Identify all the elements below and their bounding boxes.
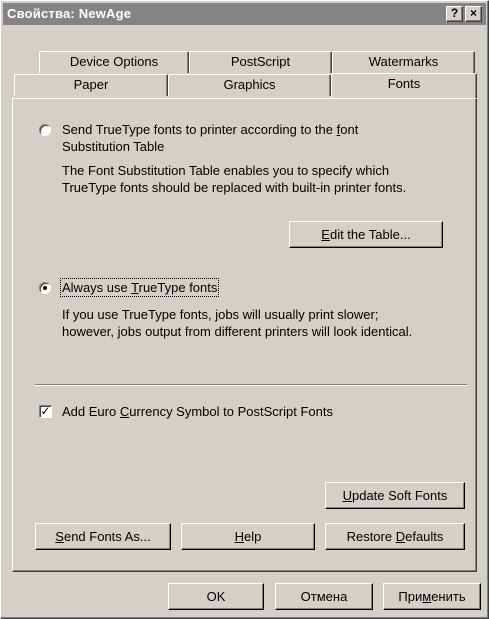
radio-selected-dot — [43, 286, 47, 290]
label-text: Always use — [62, 280, 132, 295]
accelerator-key: D — [395, 529, 406, 544]
window-title: Свойства: NewAge — [7, 6, 132, 21]
tab-label: Device Options — [69, 54, 159, 69]
button-label: Отмена — [300, 589, 348, 604]
tab-watermarks[interactable]: Watermarks — [332, 51, 475, 73]
label-text: urrency Symbol to PostScript Fonts — [129, 404, 333, 419]
tab-label: Watermarks — [368, 54, 439, 69]
button-label: elp — [244, 529, 262, 544]
euro-symbol-checkbox-label[interactable]: Add Euro Currency Symbol to PostScript F… — [62, 404, 333, 419]
apply-button[interactable]: Применить — [383, 583, 481, 610]
send-fonts-as-button[interactable]: Send Fonts As... — [35, 523, 171, 550]
button-label: pdate Soft Fonts — [351, 488, 448, 503]
tab-label: Paper — [73, 77, 109, 92]
label-text: Add Euro — [62, 404, 120, 419]
tab-graphics[interactable]: Graphics — [168, 74, 331, 96]
substitution-description: TrueType fonts should be replaced with b… — [62, 180, 407, 195]
label-text: ont — [340, 122, 359, 137]
tab-paper[interactable]: Paper — [14, 74, 168, 96]
tab-label: Graphics — [223, 77, 276, 92]
label-text: Send TrueType fonts to printer according… — [62, 122, 337, 137]
label-text: rueType fonts — [138, 280, 218, 295]
accelerator-key: H — [234, 529, 245, 544]
button-label: efaults — [405, 529, 444, 544]
edit-table-button[interactable]: Edit the Table... — [289, 221, 443, 248]
substitution-table-radio[interactable] — [39, 124, 51, 136]
button-label: При — [398, 589, 423, 604]
button-label: end Fonts As... — [63, 529, 151, 544]
accelerator-key: T — [131, 280, 139, 295]
restore-defaults-button[interactable]: Restore Defaults — [325, 523, 465, 550]
fonts-tab-panel: Send TrueType fonts to printer according… — [12, 98, 477, 572]
tab-label: PostScript — [230, 54, 291, 69]
tab-label: Fonts — [387, 76, 421, 91]
title-bar[interactable]: Свойства: NewAge ? × — [3, 3, 486, 25]
close-button[interactable]: × — [465, 6, 482, 22]
tab-device-options[interactable]: Device Options — [39, 51, 189, 73]
question-mark-icon: ? — [450, 6, 459, 20]
truetype-description: however, jobs output from different prin… — [62, 324, 413, 339]
accelerator-key: м — [422, 589, 432, 604]
accelerator-key: U — [342, 488, 352, 503]
tab-postscript[interactable]: PostScript — [189, 51, 332, 73]
cancel-button[interactable]: Отмена — [275, 583, 373, 610]
button-label: dit the Table... — [329, 227, 411, 242]
substitution-description: The Font Substitution Table enables you … — [62, 163, 390, 178]
accelerator-key: S — [55, 529, 64, 544]
substitution-table-radio-label-line2[interactable]: Substitution Table — [62, 139, 164, 154]
checkmark-icon: ✓ — [40, 404, 51, 418]
always-truetype-radio-label[interactable]: Always use TrueType fonts — [59, 278, 220, 297]
ok-button[interactable]: OK — [168, 583, 264, 610]
button-label: енить — [431, 589, 466, 604]
accelerator-key: E — [321, 227, 330, 242]
always-truetype-radio[interactable] — [39, 282, 51, 294]
button-label: Restore — [346, 529, 396, 544]
close-icon: × — [469, 6, 477, 20]
help-question-button[interactable]: ? — [446, 6, 463, 22]
euro-symbol-checkbox[interactable]: ✓ — [39, 405, 52, 418]
truetype-description: If you use TrueType fonts, jobs will usu… — [62, 307, 379, 322]
update-soft-fonts-button[interactable]: Update Soft Fonts — [325, 482, 465, 509]
separator — [35, 385, 467, 386]
button-label: OK — [206, 589, 226, 604]
tab-fonts[interactable]: Fonts — [331, 73, 477, 98]
accelerator-key: C — [119, 404, 130, 419]
substitution-table-radio-label[interactable]: Send TrueType fonts to printer according… — [62, 122, 358, 137]
properties-dialog: Свойства: NewAge ? × Device Options Post… — [0, 0, 489, 619]
help-button[interactable]: Help — [181, 523, 315, 550]
